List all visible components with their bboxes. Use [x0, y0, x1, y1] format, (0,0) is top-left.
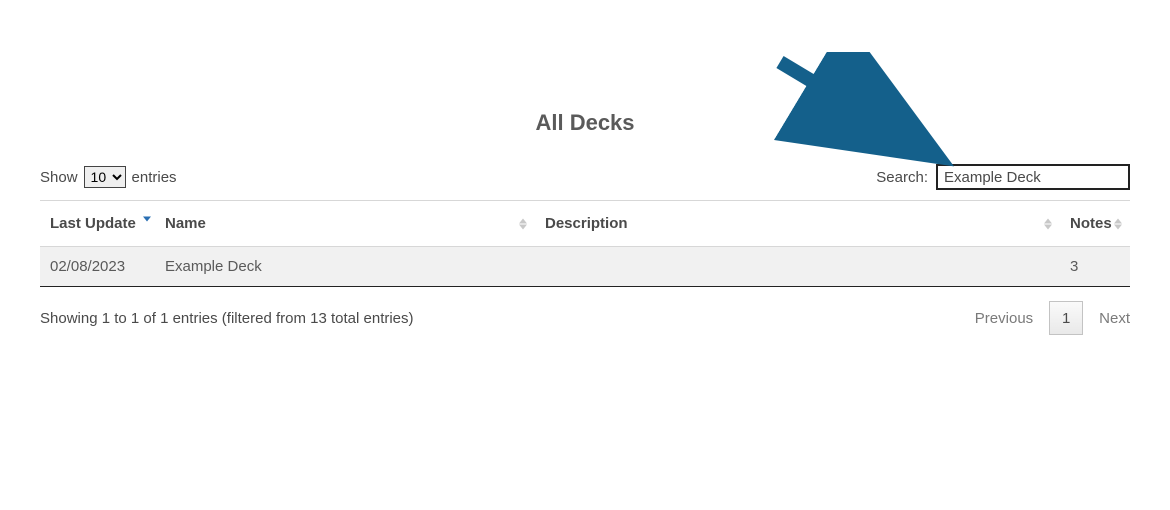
table-row[interactable]: 02/08/2023 Example Deck 3: [40, 247, 1130, 287]
page-title: All Decks: [0, 0, 1170, 164]
column-last-update[interactable]: Last Update: [40, 201, 155, 247]
column-notes-label: Notes: [1070, 215, 1112, 232]
previous-button[interactable]: Previous: [975, 310, 1033, 327]
column-description[interactable]: Description: [535, 201, 1060, 247]
cell-notes: 3: [1060, 247, 1130, 287]
page-number-current[interactable]: 1: [1049, 301, 1083, 335]
search-control: Search:: [876, 164, 1130, 190]
cell-last-update: 02/08/2023: [40, 247, 155, 287]
length-prefix: Show: [40, 169, 78, 186]
decks-table: Last Update Name Description: [40, 200, 1130, 287]
column-name-label: Name: [165, 215, 206, 232]
search-label: Search:: [876, 169, 928, 186]
length-suffix: entries: [132, 169, 177, 186]
sort-icon: [519, 218, 527, 229]
table-info: Showing 1 to 1 of 1 entries (filtered fr…: [40, 310, 414, 327]
sort-icon: [1044, 218, 1052, 229]
column-description-label: Description: [545, 215, 628, 232]
column-name[interactable]: Name: [155, 201, 535, 247]
next-button[interactable]: Next: [1099, 310, 1130, 327]
column-last-update-label: Last Update: [50, 215, 136, 232]
page-length-select[interactable]: 10: [84, 166, 126, 188]
search-input[interactable]: [936, 164, 1130, 190]
sort-icon: [1114, 218, 1122, 229]
page-length-control: Show 10 entries: [40, 166, 177, 188]
cell-name: Example Deck: [155, 247, 535, 287]
pagination: Previous 1 Next: [975, 301, 1130, 335]
cell-description: [535, 247, 1060, 287]
sort-desc-icon: [143, 217, 151, 222]
column-notes[interactable]: Notes: [1060, 201, 1130, 247]
